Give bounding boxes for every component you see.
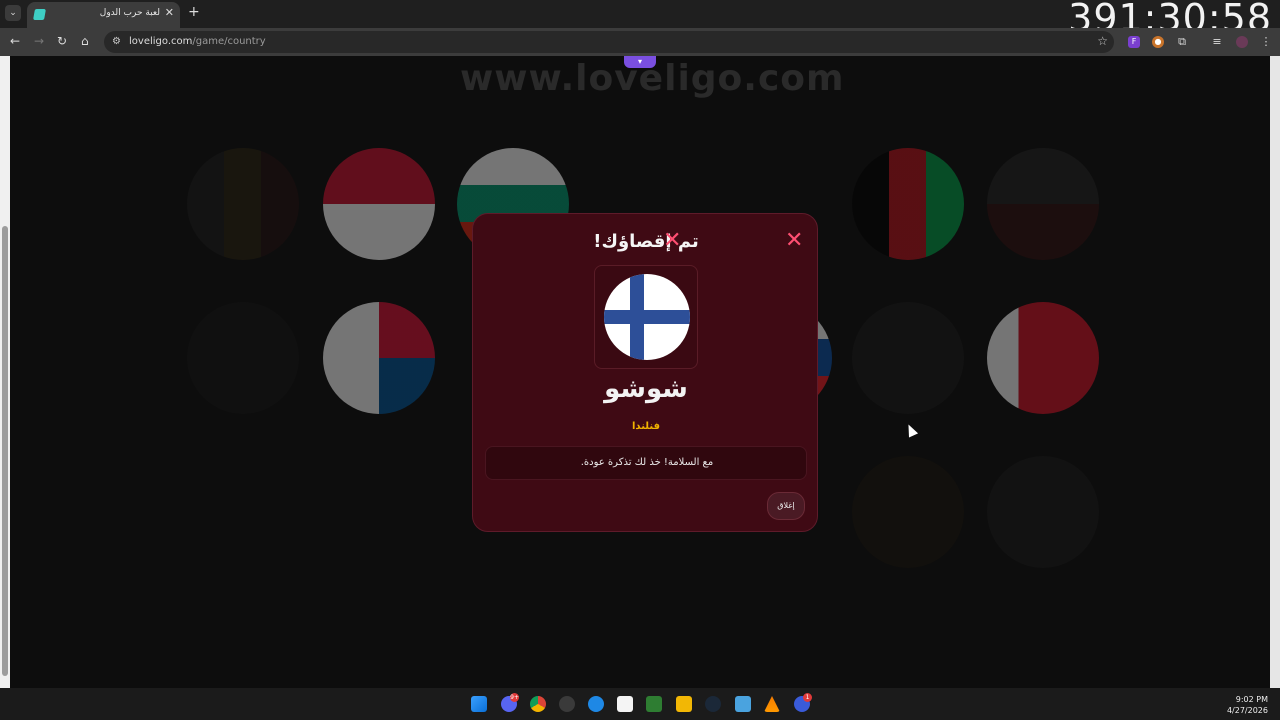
bg-flag-afghanistan	[852, 148, 964, 260]
scrollbar-right[interactable]	[1270, 56, 1280, 688]
url-domain: loveligo.com	[129, 36, 193, 47]
new-tab-button[interactable]: +	[188, 4, 200, 20]
extension-f-icon[interactable]: F	[1128, 36, 1140, 48]
ea-badge: 1	[803, 693, 812, 702]
site-info-icon[interactable]: ⚙	[112, 36, 121, 47]
discord-badge: 9+	[510, 693, 519, 702]
x-mark-icon: ✕	[785, 228, 804, 253]
country-name: فنلندا	[632, 421, 660, 432]
modal-header: تم إقصاؤك! ✕ ✕	[473, 230, 819, 254]
bg-flag-singapore	[323, 148, 435, 260]
start-windows-icon[interactable]	[471, 696, 487, 712]
browser-toolbar: ← → ↻ ⌂ ⚙ loveligo.com/game/country ☆ F …	[0, 28, 1280, 56]
bg-flag-faded-3	[852, 302, 964, 414]
bg-flag-faded-4	[187, 302, 299, 414]
site-favicon-icon	[33, 9, 46, 20]
eliminated-modal: تم إقصاؤك! ✕ ✕ شوشو فنلندا مع السلامة! خ…	[472, 213, 818, 532]
app-white-icon[interactable]	[617, 696, 633, 712]
extensions-puzzle-icon[interactable]: ⧉	[1176, 36, 1188, 48]
system-clock[interactable]: 9:02 PM 4/27/2026	[1227, 694, 1268, 716]
farewell-message: مع السلامة! خذ لك تذكرة عودة.	[580, 457, 714, 468]
mouse-cursor-icon	[903, 422, 919, 438]
url-text[interactable]: loveligo.com/game/country	[129, 36, 266, 47]
bg-flag-faded-5	[852, 456, 964, 568]
message-box: مع السلامة! خذ لك تذكرة عودة.	[485, 446, 807, 480]
address-bar[interactable]: ⚙ loveligo.com/game/country ☆	[104, 31, 1114, 53]
extension-cookie-icon[interactable]: ●	[1152, 36, 1164, 48]
country-flag-card	[594, 265, 698, 369]
file-explorer-icon[interactable]	[676, 696, 692, 712]
profile-avatar[interactable]	[1236, 36, 1248, 48]
vlc-icon[interactable]	[764, 696, 780, 712]
reload-icon[interactable]: ↻	[57, 34, 67, 48]
page-viewport: www.loveligo.com ▾ تم إقصاؤك! ✕ ✕ شوشو ف…	[0, 56, 1280, 688]
back-arrow-icon[interactable]: ←	[10, 34, 20, 48]
bg-flag-faded-1	[187, 148, 299, 260]
system-time: 9:02 PM	[1235, 695, 1268, 704]
xbox-icon[interactable]	[646, 696, 662, 712]
scrollbar-thumb[interactable]	[2, 226, 8, 676]
app-arrow-icon[interactable]	[735, 696, 751, 712]
media-queue-icon[interactable]: ≡	[1211, 36, 1223, 48]
close-button[interactable]: إغلاق	[767, 492, 805, 520]
tab-close-icon[interactable]: ✕	[165, 6, 174, 19]
top-drawer-handle[interactable]: ▾	[624, 56, 656, 68]
windows-taskbar: 9+ 1 9:02 PM 4/27/2026	[0, 688, 1280, 720]
tab-bar: ⌄ لعبة حرب الدول ✕ + 391:30:58	[0, 0, 1280, 40]
bookmark-star-icon[interactable]: ☆	[1097, 34, 1108, 48]
system-date: 4/27/2026	[1226, 706, 1268, 715]
tab-title: لعبة حرب الدول	[99, 8, 160, 18]
x-mark-icon: ✕	[663, 228, 682, 253]
chrome-icon[interactable]	[530, 696, 546, 712]
home-icon[interactable]: ⌂	[81, 34, 89, 48]
app-blue-icon[interactable]	[588, 696, 604, 712]
scrollbar-left[interactable]	[0, 56, 10, 688]
browser-menu-icon[interactable]: ⋮	[1260, 36, 1272, 48]
url-path: /game/country	[192, 36, 266, 47]
player-name: شوشو	[604, 374, 688, 404]
steam-icon[interactable]	[705, 696, 721, 712]
finland-flag-icon	[604, 274, 690, 360]
browser-tab[interactable]: لعبة حرب الدول ✕	[27, 2, 180, 28]
flag-cross-horizontal	[604, 310, 690, 324]
forward-arrow-icon[interactable]: →	[34, 34, 44, 48]
tab-search-dropdown-icon[interactable]: ⌄	[5, 5, 21, 21]
bg-flag-faded-6	[987, 456, 1099, 568]
app-icon[interactable]	[559, 696, 575, 712]
bg-flag-faded-2	[987, 148, 1099, 260]
modal-title: تم إقصاؤك!	[593, 231, 699, 252]
bg-flag-bahrain	[987, 302, 1099, 414]
bg-flag-panama	[323, 302, 435, 414]
